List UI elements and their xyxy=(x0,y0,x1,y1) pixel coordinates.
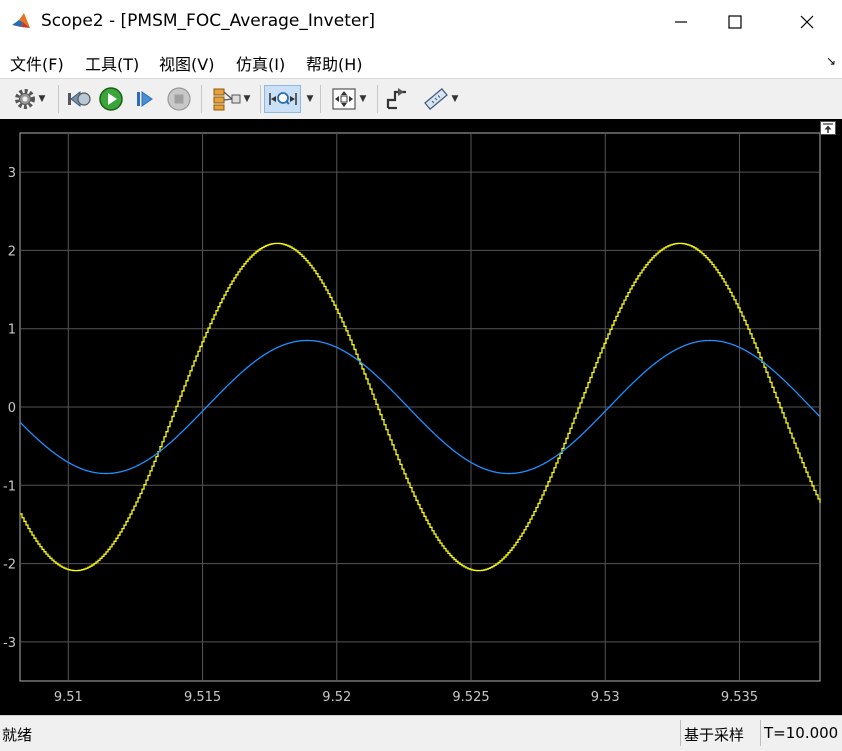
minimize-icon xyxy=(675,21,687,23)
status-time: T=10.000 xyxy=(764,724,839,742)
step-back-icon xyxy=(68,90,91,108)
scope-plot[interactable]: -3 -2 -1 0 1 2 3 9.51 9.515 9.52 9.525 9.53 9.535 xyxy=(0,119,842,715)
triggers-button[interactable] xyxy=(382,85,412,113)
x-tick-label: 9.515 xyxy=(184,690,221,705)
y-tick-label: -1 xyxy=(3,479,16,494)
x-tick-labels: 9.51 9.515 9.52 9.525 9.53 9.535 xyxy=(54,690,758,705)
autoscale-dropdown-icon[interactable]: ▼ xyxy=(360,94,367,104)
undock-icon[interactable] xyxy=(820,121,836,135)
toolbar-separator xyxy=(377,85,378,113)
maximize-button[interactable] xyxy=(712,0,758,44)
toolbar-separator xyxy=(58,85,59,113)
menu-simulation[interactable]: 仿真(I) xyxy=(236,51,285,75)
y-tick-label: 1 xyxy=(8,323,16,338)
triggers-icon xyxy=(386,88,406,110)
stop-button[interactable] xyxy=(164,85,194,113)
toolbar-separator xyxy=(201,85,202,113)
y-tick-label: 2 xyxy=(8,244,16,259)
menu-view[interactable]: 视图(V) xyxy=(159,51,214,75)
signal-selector-button[interactable]: ▼ xyxy=(206,85,256,113)
status-bar: 就绪 基于采样 T=10.000 xyxy=(0,715,842,751)
minimize-button[interactable] xyxy=(658,0,704,44)
menu-file[interactable]: 文件(F) xyxy=(10,51,64,75)
scope-display[interactable]: -3 -2 -1 0 1 2 3 9.51 9.515 9.52 9.525 9.53 9.535 xyxy=(0,119,842,715)
run-button[interactable] xyxy=(96,85,126,113)
zoom-dropdown[interactable]: ▼ xyxy=(302,85,316,113)
x-tick-label: 9.52 xyxy=(322,690,351,705)
autoscale-button[interactable]: ▼ xyxy=(324,85,372,113)
matlab-logo-icon xyxy=(12,13,30,28)
x-tick-label: 9.53 xyxy=(591,690,620,705)
zoom-icon xyxy=(268,92,297,105)
toolbar-separator xyxy=(260,85,261,113)
signal-selector-dropdown-icon[interactable]: ▼ xyxy=(244,94,251,104)
window-title: Scope2 - [PMSM_FOC_Average_Inveter] xyxy=(41,11,375,31)
run-icon xyxy=(99,87,123,111)
toolbar-separator xyxy=(320,85,321,113)
status-ready: 就绪 xyxy=(2,726,33,744)
settings-gear-icon xyxy=(14,89,35,109)
settings-button[interactable]: ▼ xyxy=(6,85,52,113)
menu-bar: 文件(F) 工具(T) 视图(V) 仿真(I) 帮助(H) ↘ xyxy=(0,44,842,78)
step-back-button[interactable] xyxy=(64,85,94,113)
status-sample-based: 基于采样 xyxy=(684,726,745,744)
y-tick-label: -2 xyxy=(3,558,16,573)
y-tick-label: 0 xyxy=(8,401,16,416)
signal-selector-icon xyxy=(213,88,241,111)
step-forward-icon xyxy=(137,91,153,107)
stop-icon xyxy=(167,87,191,111)
title-bar[interactable]: Scope2 - [PMSM_FOC_Average_Inveter] xyxy=(0,0,842,44)
maximize-icon xyxy=(728,15,742,29)
x-tick-label: 9.51 xyxy=(54,690,83,705)
x-tick-label: 9.525 xyxy=(452,690,489,705)
step-forward-button[interactable] xyxy=(130,85,160,113)
toolbar: ▼ ▼ ▼ ▼ ▼ xyxy=(0,78,842,120)
close-button[interactable] xyxy=(784,0,830,44)
autoscale-icon xyxy=(331,88,356,110)
settings-dropdown-icon[interactable]: ▼ xyxy=(39,94,46,104)
close-icon xyxy=(800,15,814,29)
dock-arrow-icon[interactable]: ↘ xyxy=(826,54,836,68)
y-tick-label: 3 xyxy=(8,166,16,181)
measurements-button[interactable]: ▼ xyxy=(416,85,464,113)
menu-tools[interactable]: 工具(T) xyxy=(85,51,139,75)
status-divider xyxy=(760,720,761,746)
y-tick-label: -3 xyxy=(3,636,16,651)
zoom-dropdown-icon: ▼ xyxy=(306,94,314,104)
zoom-button[interactable] xyxy=(264,85,301,113)
menu-help[interactable]: 帮助(H) xyxy=(306,51,363,75)
x-tick-label: 9.535 xyxy=(721,690,758,705)
measurements-dropdown-icon[interactable]: ▼ xyxy=(452,94,459,104)
y-tick-labels: -3 -2 -1 0 1 2 3 xyxy=(3,166,16,651)
measurements-icon xyxy=(423,88,448,110)
status-divider xyxy=(680,720,681,746)
